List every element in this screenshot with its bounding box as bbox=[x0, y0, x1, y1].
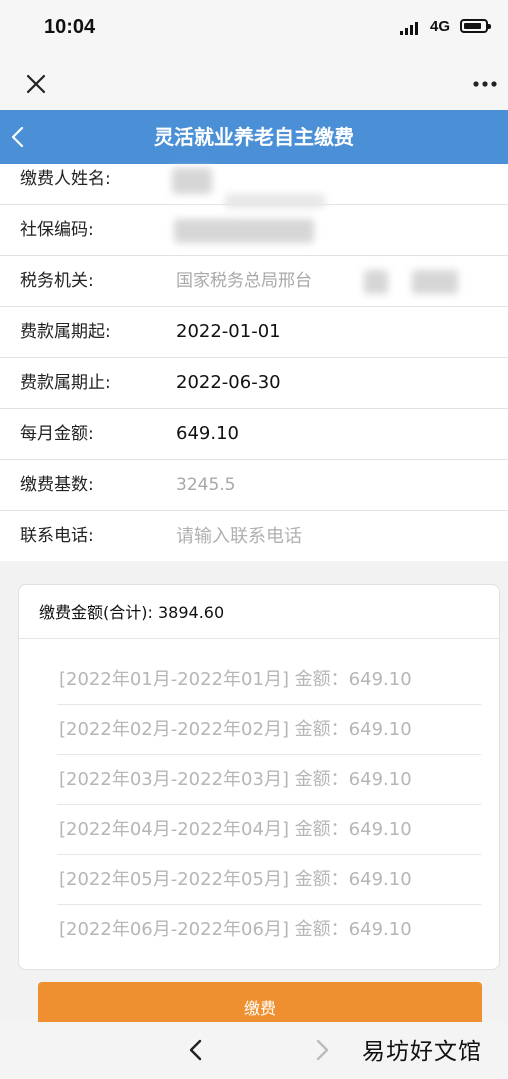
monthly-detail-list: [2022年01月-2022年01月] 金额：649.10 [2022年02月-… bbox=[57, 655, 481, 955]
chevron-right-icon[interactable] bbox=[312, 1038, 332, 1062]
period-start-value[interactable]: 2022-01-01 bbox=[176, 307, 281, 357]
redacted-ss-code bbox=[174, 219, 314, 243]
form-row-social-security-code: 社保编码: bbox=[0, 205, 508, 256]
ss-code-label: 社保编码: bbox=[20, 220, 94, 240]
tax-authority-label: 税务机关: bbox=[20, 271, 94, 291]
monthly-amount-value[interactable]: 649.10 bbox=[176, 409, 239, 459]
list-item: [2022年02月-2022年02月] 金额：649.10 bbox=[57, 705, 481, 755]
list-item: [2022年05月-2022年05月] 金额：649.10 bbox=[57, 855, 481, 905]
list-item: [2022年06月-2022年06月] 金额：649.10 bbox=[59, 919, 412, 940]
list-item: [2022年01月-2022年01月] 金额：649.10 bbox=[57, 655, 481, 705]
list-item: [2022年03月-2022年03月] 金额：649.10 bbox=[57, 755, 481, 805]
form-row-phone: 联系电话: bbox=[0, 511, 508, 561]
watermark: 易坊好文馆 bbox=[362, 1039, 482, 1065]
webview-navbar bbox=[0, 58, 508, 110]
period-start-label: 费款属期起: bbox=[20, 322, 111, 342]
payment-form: 缴费人姓名: 社保编码: 税务机关: 国家税务总局邢台 费款属期起: 2022-… bbox=[0, 164, 508, 561]
phone-input[interactable] bbox=[176, 521, 476, 551]
page-header: 灵活就业养老自主缴费 bbox=[0, 110, 508, 164]
form-row-contribution-base: 缴费基数: 3245.5 bbox=[0, 460, 508, 511]
phone-label: 联系电话: bbox=[20, 526, 94, 546]
redacted-authority-1 bbox=[364, 270, 388, 294]
back-arrow-icon[interactable] bbox=[10, 126, 24, 148]
battery-icon bbox=[460, 19, 491, 33]
payer-name-label: 缴费人姓名: bbox=[20, 169, 111, 189]
total-label: 缴费金额(合计): bbox=[39, 603, 153, 622]
total-value: 3894.60 bbox=[157, 603, 225, 622]
contribution-base-label: 缴费基数: bbox=[20, 475, 94, 495]
monthly-amount-label: 每月金额: bbox=[20, 424, 94, 444]
form-row-period-end: 费款属期止: 2022-06-30 bbox=[0, 358, 508, 409]
form-row-monthly-amount: 每月金额: 649.10 bbox=[0, 409, 508, 460]
divider bbox=[19, 638, 499, 639]
form-row-payer-name: 缴费人姓名: bbox=[0, 164, 508, 208]
browser-bottom-bar: 易坊好文馆 bbox=[0, 1022, 508, 1079]
form-row-tax-authority: 税务机关: 国家税务总局邢台 bbox=[0, 256, 508, 307]
close-icon[interactable] bbox=[24, 72, 48, 96]
period-end-value[interactable]: 2022-06-30 bbox=[176, 358, 281, 408]
chevron-left-icon[interactable] bbox=[186, 1038, 206, 1062]
network-type: 4G bbox=[430, 18, 451, 35]
list-item: [2022年04月-2022年04月] 金额：649.10 bbox=[57, 805, 481, 855]
form-row-period-start: 费款属期起: 2022-01-01 bbox=[0, 307, 508, 358]
contribution-base-value: 3245.5 bbox=[176, 475, 236, 495]
status-time: 10:04 bbox=[44, 16, 96, 38]
redacted-authority-2 bbox=[412, 270, 458, 294]
period-end-label: 费款属期止: bbox=[20, 373, 111, 393]
status-bar: 10:04 4G bbox=[0, 0, 508, 58]
page-title: 灵活就业养老自主缴费 bbox=[154, 125, 354, 149]
payment-summary-card: 缴费金额(合计): 3894.60 [2022年01月-2022年01月] 金额… bbox=[18, 584, 500, 970]
total-amount: 缴费金额(合计): 3894.60 bbox=[39, 599, 224, 623]
signal-icon bbox=[400, 22, 418, 35]
tax-authority-value: 国家税务总局邢台 bbox=[176, 271, 312, 291]
redacted-name bbox=[172, 168, 212, 194]
more-options-icon[interactable] bbox=[472, 80, 498, 88]
